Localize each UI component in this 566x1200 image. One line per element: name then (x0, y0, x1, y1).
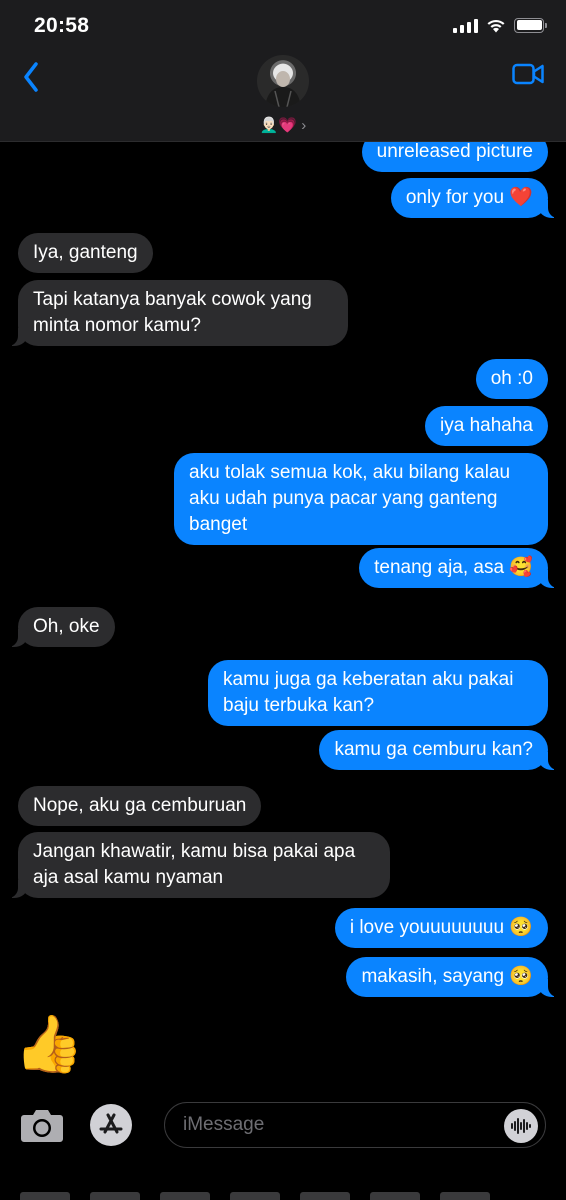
message-input[interactable] (164, 1102, 546, 1148)
cellular-signal-icon (453, 17, 478, 33)
message-bubble-sent[interactable]: iya hahaha (425, 406, 548, 446)
message-bubble-received[interactable]: Jangan khawatir, kamu bisa pakai apa aja… (4, 832, 390, 898)
contact-avatar[interactable] (257, 55, 309, 107)
message-bubble-sent[interactable]: kamu juga ga keberatan aku pakai baju te… (208, 660, 548, 726)
message-bubble-sent[interactable]: oh :0 (475, 359, 548, 399)
message-bubble-received[interactable]: Oh, oke (4, 607, 115, 647)
contact-photo (265, 64, 301, 107)
thumbs-up-emoji-message[interactable]: 👍 (14, 1012, 84, 1076)
contact-name[interactable]: 👨🏻‍🦳💗 › (0, 116, 566, 134)
status-time: 20:58 (34, 14, 90, 37)
message-bubble-sent[interactable]: makasih, sayang 🥺 (346, 957, 562, 997)
status-icons (453, 17, 547, 33)
message-bubble-sent[interactable]: aku tolak semua kok, aku bilang kalau ak… (174, 453, 548, 545)
message-bubble-sent[interactable]: i love youuuuuuuu 🥺 (334, 908, 548, 948)
message-list[interactable]: unreleased picture only for you ❤️ Iya, … (0, 142, 566, 1084)
message-bubble-received[interactable]: Tapi katanya banyak cowok yang minta nom… (4, 280, 348, 346)
conversation-header: 👨🏻‍🦳💗 › (0, 50, 566, 142)
video-call-button[interactable] (512, 61, 544, 87)
message-bubble-received[interactable]: Nope, aku ga cemburuan (18, 786, 262, 826)
battery-icon (514, 17, 547, 33)
status-bar: 20:58 (0, 0, 566, 50)
camera-icon (21, 1110, 63, 1142)
back-button[interactable] (16, 60, 46, 94)
compose-bar (0, 1090, 566, 1160)
message-bubble-sent[interactable]: kamu ga cemburu kan? (319, 730, 562, 770)
app-store-icon (99, 1113, 123, 1134)
chevron-left-icon (24, 62, 38, 92)
message-bubble-sent[interactable]: tenang aja, asa 🥰 (359, 548, 562, 588)
audio-message-button[interactable] (504, 1109, 538, 1143)
wifi-icon (487, 19, 505, 32)
message-bubble-sent[interactable]: only for you ❤️ (390, 178, 563, 218)
video-camera-icon (512, 63, 544, 85)
message-bubble-sent[interactable]: unreleased picture (361, 142, 548, 172)
camera-button[interactable] (20, 1107, 64, 1143)
app-store-button[interactable] (90, 1104, 132, 1146)
message-bubble-received[interactable]: Iya, ganteng (18, 233, 153, 273)
audio-waveform-icon (511, 1118, 531, 1134)
app-drawer[interactable] (0, 1192, 566, 1200)
